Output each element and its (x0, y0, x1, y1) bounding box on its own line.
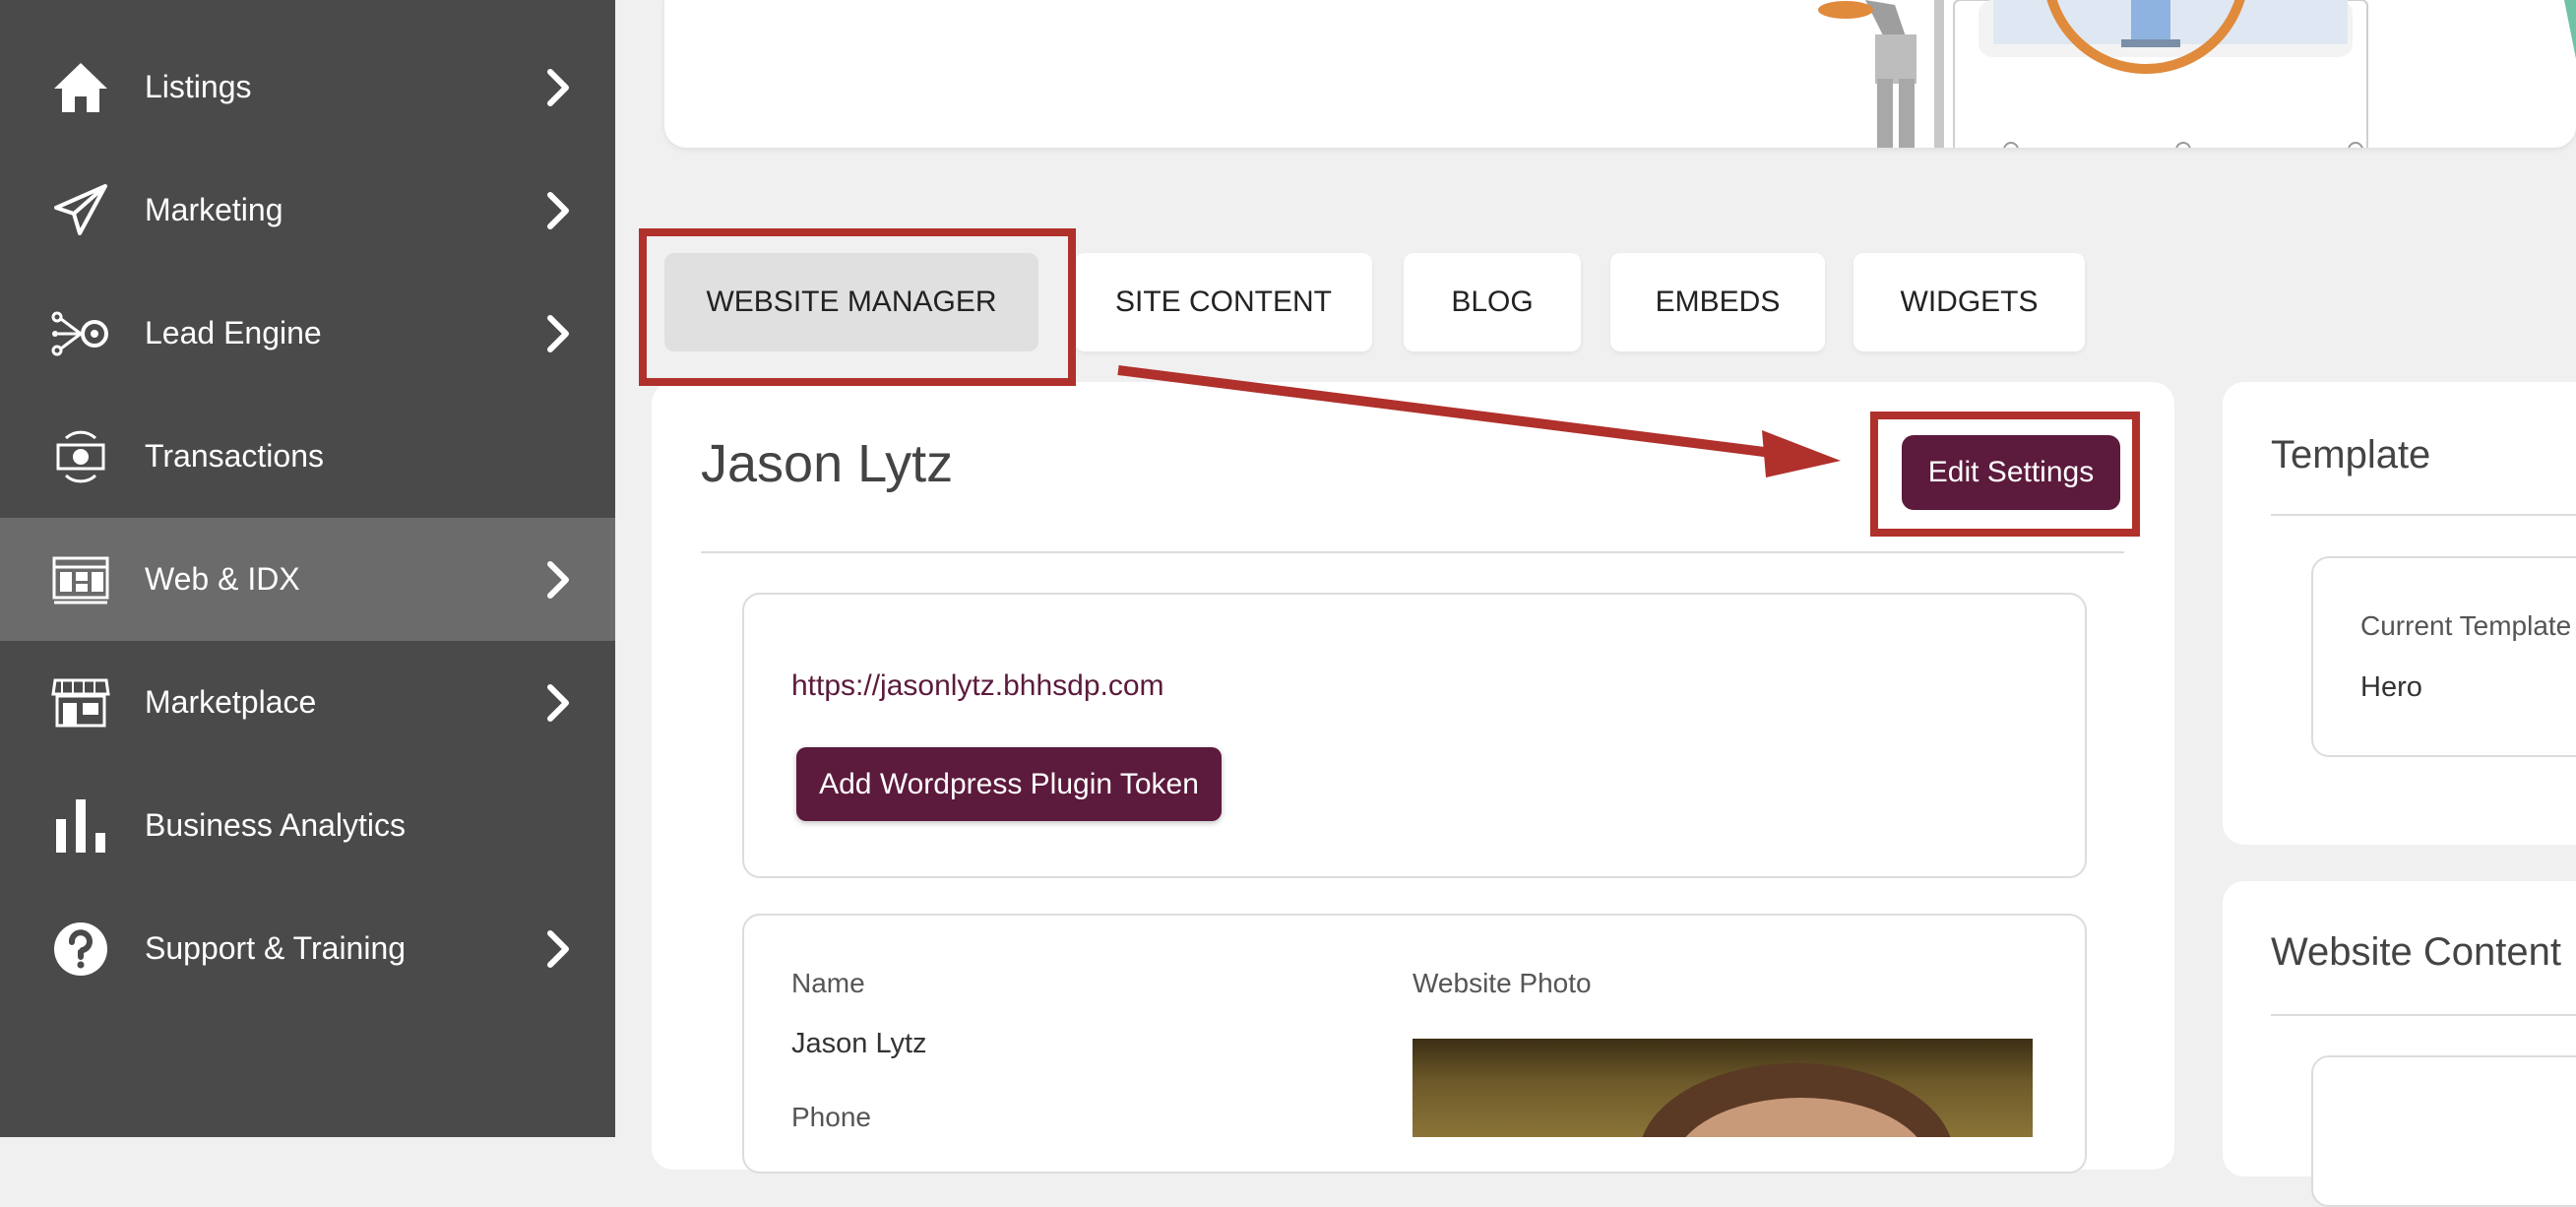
tab-site-content[interactable]: SITE CONTENT (1075, 253, 1372, 351)
page-title: Jason Lytz (701, 434, 954, 493)
name-label: Name (791, 968, 865, 998)
sidebar-item-label: Transactions (145, 438, 324, 474)
divider (2271, 1014, 2576, 1016)
tab-blog[interactable]: BLOG (1404, 253, 1581, 351)
divider (2271, 514, 2576, 516)
website-url-box (742, 593, 2087, 878)
website-content-title: Website Content (2271, 930, 2561, 974)
current-template-label: Current Template (2360, 610, 2572, 641)
sidebar-item-lead-engine[interactable]: Lead Engine (0, 272, 615, 395)
chevron-right-icon (547, 314, 569, 352)
sidebar-item-web-idx[interactable]: Web & IDX (0, 518, 615, 641)
banner-illustration (1818, 0, 2576, 148)
sidebar-item-label: Business Analytics (145, 807, 407, 843)
sidebar: Listings Marketing Lead Engine Transacti… (0, 0, 615, 1137)
hero-banner (664, 0, 2576, 148)
annotation-highlight-edit-settings (1870, 412, 2140, 537)
storefront-icon (49, 671, 112, 734)
website-url-link[interactable]: https://jasonlytz.bhhsdp.com (791, 669, 1164, 703)
question-circle-icon (49, 918, 112, 981)
phone-label: Phone (791, 1102, 871, 1132)
sidebar-item-transactions[interactable]: Transactions (0, 395, 615, 518)
lead-engine-icon (49, 302, 112, 365)
sidebar-item-label: Marketplace (145, 684, 317, 720)
current-template-box (2311, 556, 2576, 757)
chevron-right-icon (547, 683, 569, 722)
tab-widgets[interactable]: WIDGETS (1853, 253, 2085, 351)
paper-plane-icon (49, 179, 112, 242)
sidebar-item-label: Marketing (145, 192, 283, 227)
sidebar-item-support-training[interactable]: Support & Training (0, 887, 615, 1010)
current-template-value: Hero (2360, 671, 2422, 703)
sidebar-item-label: Support & Training (145, 930, 407, 966)
sidebar-item-listings[interactable]: Listings (0, 26, 615, 149)
chevron-right-icon (547, 68, 569, 106)
add-wordpress-plugin-token-button[interactable]: Add Wordpress Plugin Token (796, 747, 1222, 821)
sidebar-item-label: Lead Engine (145, 315, 322, 350)
home-icon (49, 56, 112, 119)
name-value: Jason Lytz (791, 1028, 927, 1059)
sidebar-item-label: Listings (145, 69, 252, 104)
chevron-right-icon (547, 560, 569, 599)
website-content-box (2311, 1055, 2576, 1207)
template-title: Template (2271, 433, 2431, 476)
chevron-right-icon (547, 191, 569, 229)
sidebar-item-business-analytics[interactable]: Business Analytics (0, 764, 615, 887)
money-cycle-icon (49, 425, 112, 488)
sidebar-item-marketplace[interactable]: Marketplace (0, 641, 615, 764)
tab-embeds[interactable]: EMBEDS (1610, 253, 1825, 351)
annotation-highlight-tab (639, 228, 1076, 386)
website-icon (49, 548, 112, 611)
divider (701, 551, 2124, 553)
chevron-right-icon (547, 929, 569, 968)
sidebar-item-marketing[interactable]: Marketing (0, 149, 615, 272)
sidebar-item-label: Web & IDX (145, 561, 300, 597)
website-photo (1413, 1039, 2033, 1137)
website-photo-label: Website Photo (1413, 968, 1592, 998)
bar-chart-icon (49, 794, 112, 858)
